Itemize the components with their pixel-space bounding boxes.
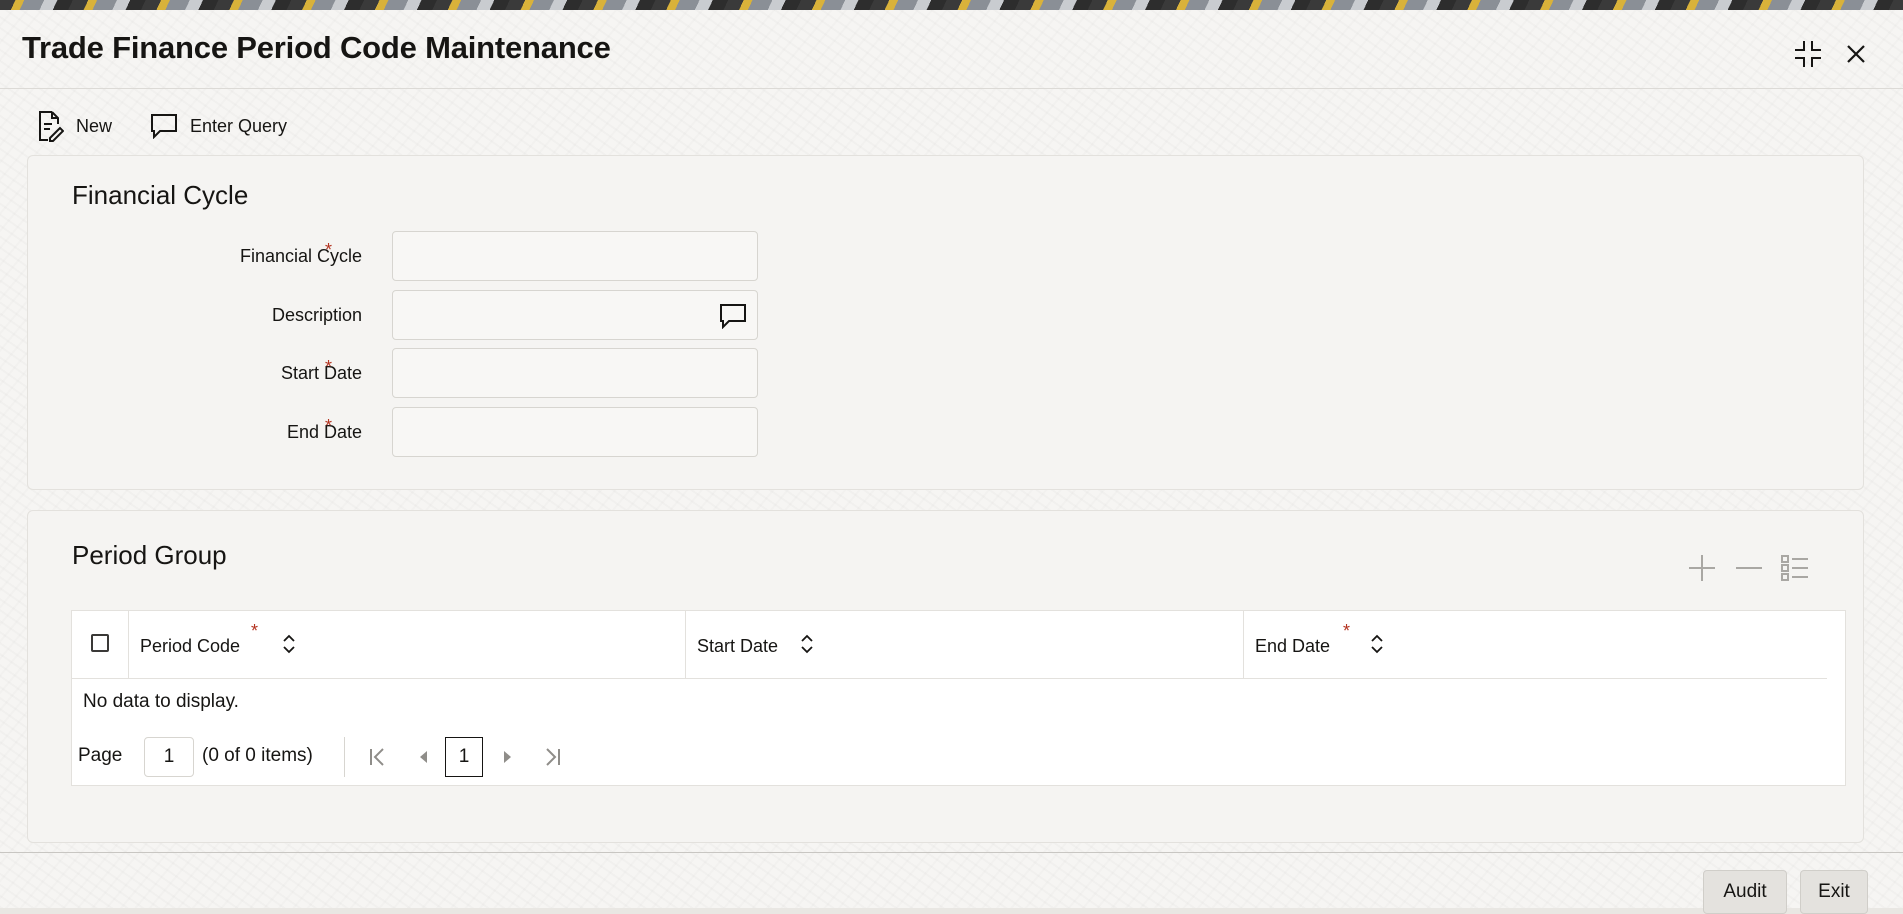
financial-cycle-input[interactable] xyxy=(392,231,758,281)
list-view-icon[interactable] xyxy=(1780,553,1810,583)
close-icon xyxy=(1847,45,1865,63)
period-group-panel: Period Group Period Code * Start Date En… xyxy=(27,510,1864,843)
minimize-icon xyxy=(1795,41,1821,67)
start-date-label: Start Date xyxy=(280,363,362,383)
next-page-icon xyxy=(504,751,511,763)
chat-bubble-icon[interactable] xyxy=(719,303,747,329)
close-button[interactable] xyxy=(1836,34,1876,74)
select-all-cell xyxy=(72,611,129,679)
column-header-start-date[interactable]: Start Date xyxy=(686,611,1244,679)
delete-row-icon[interactable] xyxy=(1734,553,1764,583)
required-marker: * xyxy=(325,240,333,260)
required-marker: * xyxy=(325,416,333,436)
description-label: Description xyxy=(271,305,362,325)
financial-cycle-label: Financial Cycle xyxy=(239,246,362,266)
audit-label: Audit xyxy=(1723,881,1767,902)
end-date-input[interactable] xyxy=(392,407,758,457)
exit-button[interactable]: Exit xyxy=(1800,870,1868,914)
add-row-icon[interactable] xyxy=(1687,553,1717,583)
new-document-icon xyxy=(39,111,64,142)
prev-page-icon xyxy=(420,751,427,763)
maintenance-window: Trade Finance Period Code Maintenance Ne… xyxy=(0,10,1903,914)
enter-query-button[interactable]: Enter Query xyxy=(150,106,287,146)
footer-divider xyxy=(0,852,1903,853)
exit-label: Exit xyxy=(1818,881,1850,902)
next-page-button[interactable] xyxy=(493,743,521,771)
sort-icon[interactable] xyxy=(1369,633,1385,655)
enter-query-label: Enter Query xyxy=(190,115,288,136)
column-header-period-code[interactable]: Period Code * xyxy=(129,611,686,679)
column-label: Period Code xyxy=(140,636,241,656)
column-header-end-date[interactable]: End Date * xyxy=(1244,611,1827,679)
period-group-grid: Period Code * Start Date End Date * No d… xyxy=(71,610,1846,786)
required-marker: * xyxy=(1343,621,1351,641)
page-number-input[interactable]: 1 xyxy=(144,737,194,777)
first-page-icon xyxy=(370,748,384,766)
description-input[interactable] xyxy=(392,290,758,340)
sort-icon[interactable] xyxy=(281,633,297,655)
start-date-input[interactable] xyxy=(392,348,758,398)
prev-page-button[interactable] xyxy=(410,743,438,771)
column-label: Start Date xyxy=(697,636,779,656)
pager-divider xyxy=(344,737,345,777)
required-marker: * xyxy=(325,357,333,377)
select-all-checkbox[interactable] xyxy=(91,634,109,652)
header-banner xyxy=(0,0,1903,10)
end-date-label: End Date xyxy=(286,422,362,442)
audit-button[interactable]: Audit xyxy=(1703,870,1787,914)
minimize-button[interactable] xyxy=(1788,34,1828,74)
items-summary: (0 of 0 items) xyxy=(202,745,313,766)
first-page-button[interactable] xyxy=(364,743,392,771)
title-divider xyxy=(0,88,1903,89)
financial-cycle-heading: Financial Cycle xyxy=(72,180,249,210)
last-page-button[interactable] xyxy=(538,743,566,771)
period-group-heading: Period Group xyxy=(72,540,227,570)
sort-icon[interactable] xyxy=(799,633,815,655)
empty-message: No data to display. xyxy=(83,691,239,712)
current-page-label: 1 xyxy=(458,746,470,767)
new-button[interactable]: New xyxy=(36,106,112,146)
required-marker: * xyxy=(251,621,259,641)
current-page-button[interactable]: 1 xyxy=(445,737,483,777)
page-label: Page xyxy=(78,745,123,766)
chat-bubble-icon xyxy=(151,114,177,139)
window-title: Trade Finance Period Code Maintenance xyxy=(22,30,611,65)
new-label: New xyxy=(76,115,113,136)
financial-cycle-panel: Financial Cycle Financial Cycle * Descri… xyxy=(27,155,1864,490)
page-number-value: 1 xyxy=(163,746,175,767)
last-page-icon xyxy=(546,748,560,766)
column-label: End Date xyxy=(1255,636,1331,656)
